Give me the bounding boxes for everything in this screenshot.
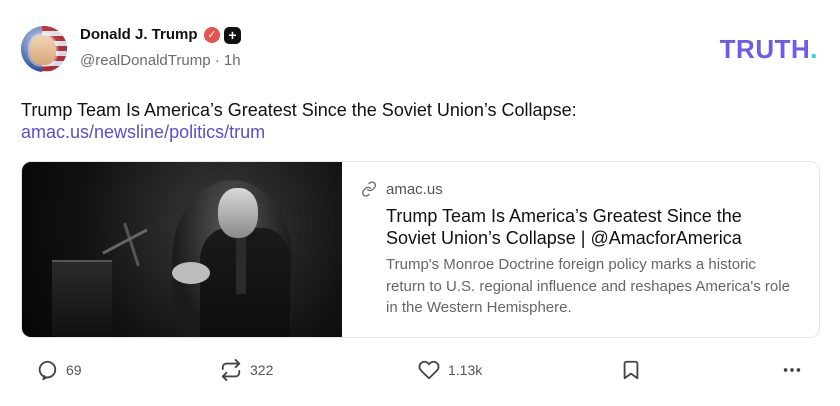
truth-logo[interactable]: TRUTH.: [720, 34, 818, 65]
author-avatar[interactable]: [21, 26, 67, 72]
plus-badge-icon: +: [224, 27, 241, 44]
image-podium: [52, 260, 112, 337]
reply-count: 69: [66, 362, 82, 378]
retruth-count: 322: [250, 362, 274, 378]
card-description: Trump's Monroe Doctrine foreign policy m…: [386, 256, 790, 316]
link-preview-image[interactable]: [22, 162, 342, 337]
logo-dot: .: [810, 34, 818, 64]
avatar-face: [30, 35, 56, 65]
post-time[interactable]: 1h: [224, 52, 241, 69]
card-title[interactable]: Trump Team Is America’s Greatest Since t…: [386, 205, 791, 249]
post-link[interactable]: amac.us/newsline/politics/trum: [21, 122, 265, 143]
bookmark-icon: [623, 360, 639, 380]
author-handle[interactable]: @realDonaldTrump: [80, 52, 211, 69]
like-button[interactable]: 1.13k: [418, 355, 482, 385]
author-handle-line: @realDonaldTrump · 1h: [80, 52, 241, 69]
time-separator: ·: [214, 52, 220, 69]
post-text: Trump Team Is America’s Greatest Since t…: [21, 100, 577, 120]
comment-icon: [38, 360, 57, 381]
retruth-button[interactable]: 322: [220, 355, 273, 385]
bookmark-button[interactable]: [620, 355, 642, 385]
heart-icon: [418, 360, 440, 380]
like-count: 1.13k: [448, 362, 483, 378]
link-icon: [362, 181, 376, 197]
more-options-button[interactable]: [781, 355, 803, 385]
more-horizontal-icon: [783, 368, 801, 372]
repost-icon: [221, 359, 241, 381]
image-mic-stand: [123, 222, 140, 267]
author-name[interactable]: Donald J. Trump: [80, 26, 198, 43]
reply-button[interactable]: 69: [36, 355, 82, 385]
link-preview-card[interactable]: amac.us Trump Team Is America’s Greatest…: [21, 161, 820, 338]
image-figure-head: [218, 188, 258, 238]
logo-text: TRUTH: [719, 34, 811, 64]
image-figure-hands: [172, 262, 210, 284]
verified-icon: ✓: [204, 27, 220, 43]
image-figure-tie: [236, 234, 246, 294]
post-actions-bar: 69 322 1.13k: [0, 355, 840, 385]
card-domain: amac.us: [386, 181, 443, 198]
